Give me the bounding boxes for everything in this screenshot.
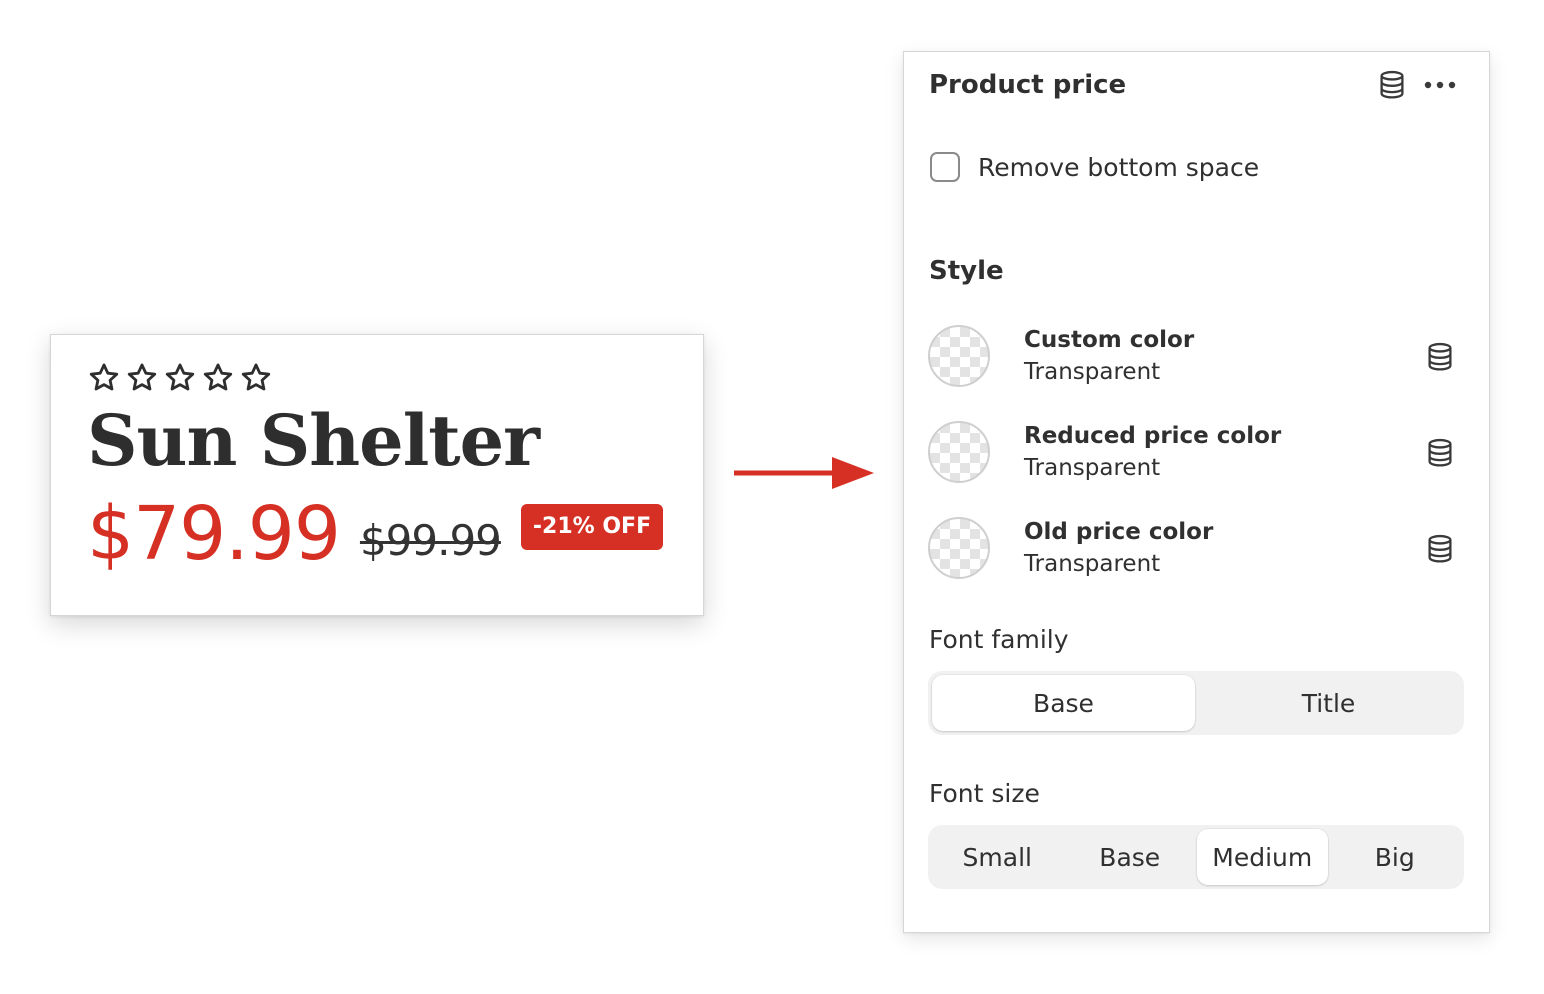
font-family-option-title[interactable]: Title [1197,675,1460,731]
star-icon [89,363,119,391]
checkbox-label: Remove bottom space [978,152,1260,182]
color-setting-value: Transparent [1024,551,1161,577]
star-icon [127,363,157,391]
color-setting-name: Old price color [1024,519,1214,545]
old-price-color-setting[interactable]: Old price color Transparent [928,517,1458,583]
more-icon[interactable] [1422,66,1458,104]
star-icon [165,363,195,391]
database-icon[interactable] [1420,529,1460,569]
color-swatch[interactable] [928,325,990,387]
color-setting-name: Custom color [1024,327,1195,353]
old-price: $99.99 [359,516,502,565]
checkbox-box[interactable] [930,152,960,182]
font-family-selector: Base Title [928,671,1464,735]
arrow-right-icon [734,457,874,489]
font-size-label: Font size [929,779,1040,808]
star-rating [87,361,273,395]
current-price: $79.99 [87,491,341,577]
database-icon[interactable] [1420,433,1460,473]
font-size-option-big[interactable]: Big [1330,829,1461,885]
reduced-price-color-setting[interactable]: Reduced price color Transparent [928,421,1458,487]
style-section-title: Style [929,256,1004,286]
color-swatch[interactable] [928,421,990,483]
font-family-label: Font family [929,625,1069,654]
price-row: $79.99 $99.99 -21% OFF [87,491,664,577]
color-setting-value: Transparent [1024,455,1161,481]
color-swatch[interactable] [928,517,990,579]
product-preview-card: Sun Shelter $79.99 $99.99 -21% OFF [50,334,704,616]
database-icon[interactable] [1374,66,1410,104]
font-size-option-base[interactable]: Base [1065,829,1196,885]
font-size-option-medium[interactable]: Medium [1197,829,1328,885]
remove-bottom-space-checkbox[interactable]: Remove bottom space [930,152,1259,182]
color-setting-value: Transparent [1024,359,1161,385]
color-setting-name: Reduced price color [1024,423,1282,449]
database-icon[interactable] [1420,337,1460,377]
product-title: Sun Shelter [87,399,540,482]
custom-color-setting[interactable]: Custom color Transparent [928,325,1458,391]
star-icon [241,363,271,391]
font-size-selector: Small Base Medium Big [928,825,1464,889]
panel-title: Product price [929,70,1127,100]
product-price-settings-panel: Product price Remove bottom space Style … [903,51,1490,933]
star-icon [203,363,233,391]
font-size-option-small[interactable]: Small [932,829,1063,885]
discount-badge: -21% OFF [520,504,664,550]
font-family-option-base[interactable]: Base [932,675,1195,731]
